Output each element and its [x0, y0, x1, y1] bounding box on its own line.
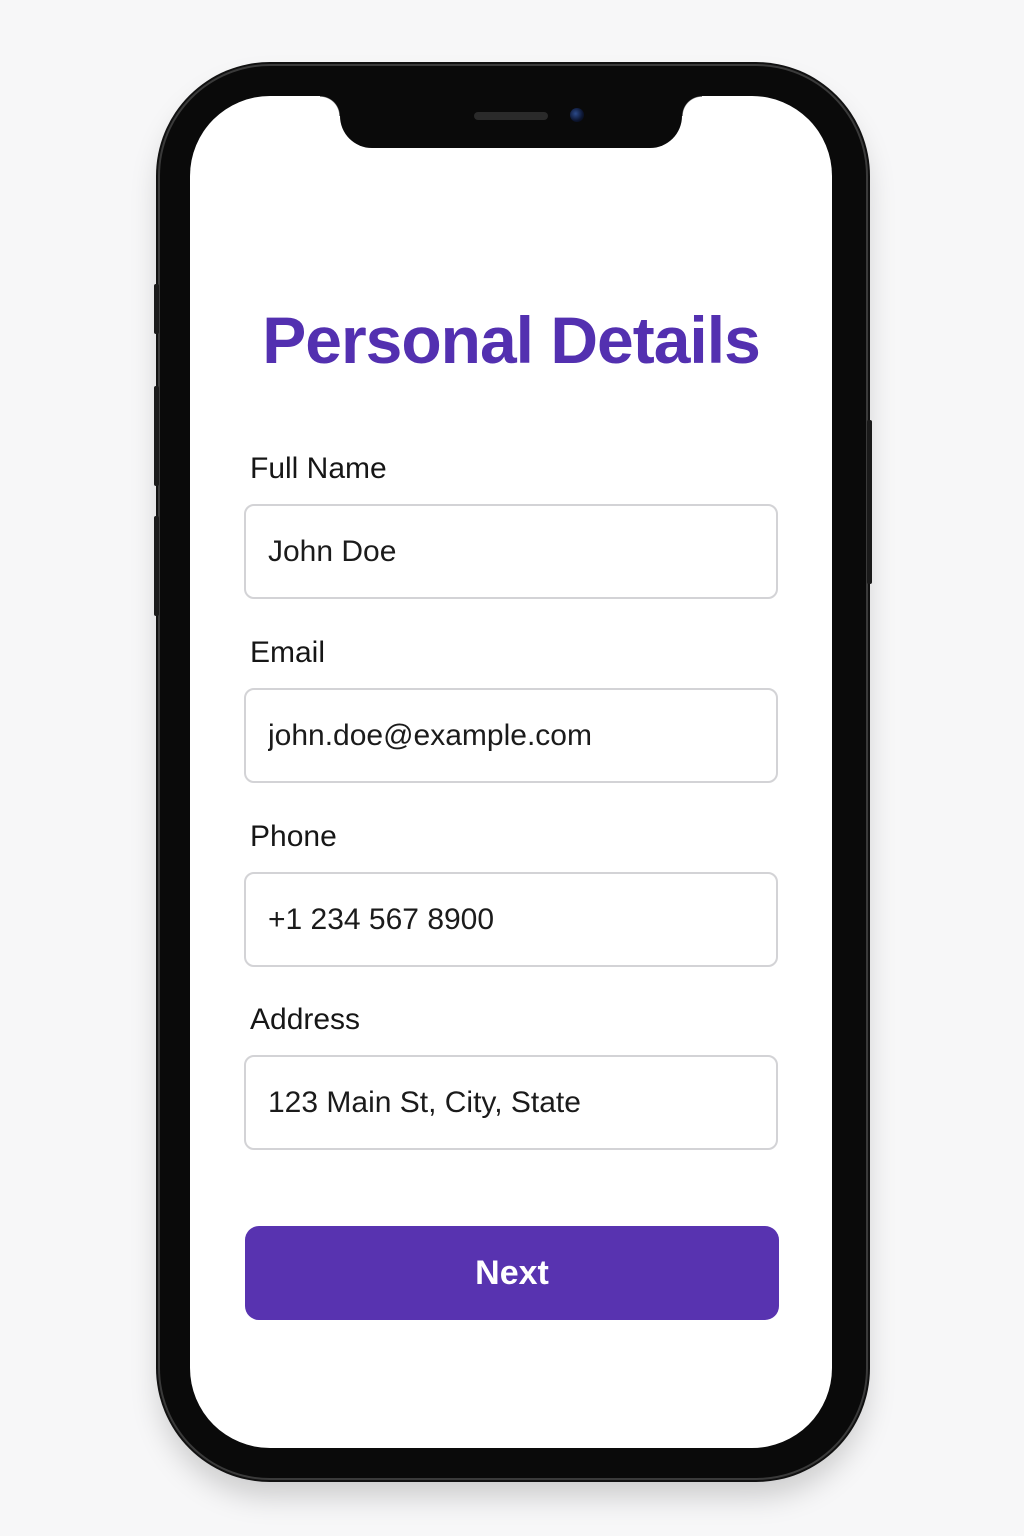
phone-input[interactable] [244, 872, 778, 967]
next-button[interactable]: Next [245, 1226, 779, 1320]
full-name-input[interactable] [244, 504, 778, 599]
email-label: Email [250, 636, 326, 669]
mute-switch [154, 284, 159, 334]
app-screen: Personal Details Full Name Email Phone A… [190, 96, 832, 1448]
phone-label: Phone [250, 820, 337, 853]
volume-up-button [154, 386, 159, 486]
email-input[interactable] [244, 688, 778, 783]
volume-down-button [154, 516, 159, 616]
full-name-label: Full Name [250, 452, 387, 485]
front-camera-icon [570, 108, 584, 122]
phone-frame: Personal Details Full Name Email Phone A… [154, 66, 872, 1478]
notch [320, 96, 702, 148]
address-label: Address [250, 1003, 361, 1036]
address-input[interactable] [244, 1055, 778, 1150]
speaker-grille [474, 112, 548, 120]
power-button [867, 420, 872, 584]
page-title: Personal Details [262, 303, 761, 377]
